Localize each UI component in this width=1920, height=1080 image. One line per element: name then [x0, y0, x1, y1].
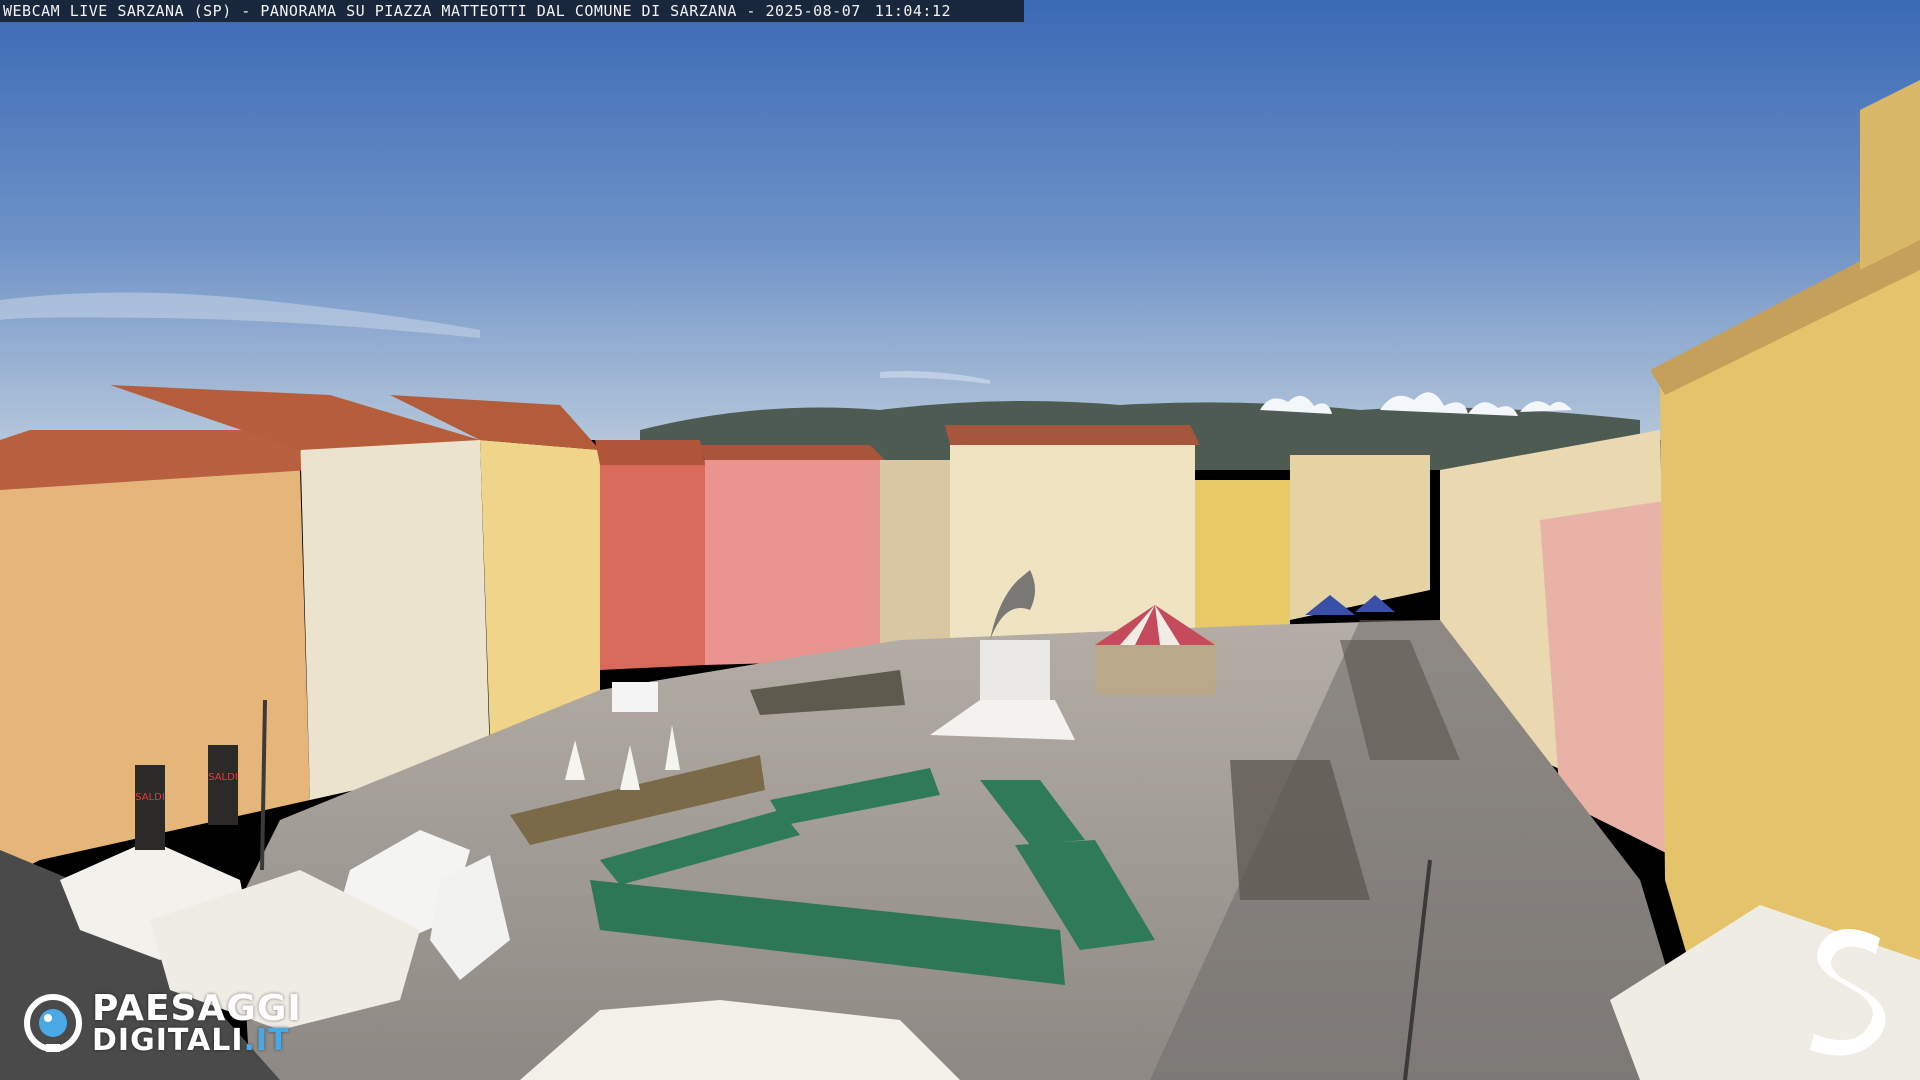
sarzana-s-logo: [1810, 928, 1886, 1056]
webcam-frame: SALDI SALDI WEBCAM LIVE SARZANA (SP) - P…: [0, 0, 1920, 1080]
building-red: [600, 460, 705, 670]
building-yellow: [480, 440, 600, 740]
carousel-base: [1095, 640, 1215, 695]
webcam-caption-bar: WEBCAM LIVE SARZANA (SP) - PANORAMA SU P…: [0, 0, 1024, 22]
shop-sign-panel: [208, 745, 238, 825]
building-pink: [705, 455, 880, 665]
building-beige-center: [880, 460, 950, 655]
paesaggi-digitali-logo: PAESAGGI DIGITALI.IT: [24, 990, 344, 1058]
roof-pink: [700, 445, 885, 460]
building-yellow-center: [1195, 480, 1290, 635]
shop-sign-text: SALDI: [135, 792, 165, 803]
piazza-panorama-photo: SALDI SALDI: [0, 0, 1920, 1080]
logo-suffix: .IT: [243, 1023, 290, 1058]
building-cream: [300, 430, 490, 800]
webcam-caption-title: WEBCAM LIVE SARZANA (SP) - PANORAMA SU P…: [3, 2, 861, 20]
white-car: [612, 682, 658, 712]
logo-line2-text: DIGITALI: [92, 1023, 244, 1058]
camera-lens-icon: [24, 994, 82, 1052]
buildings-far-street: [1290, 455, 1430, 620]
webcam-caption-time: 11:04:12: [874, 2, 952, 20]
roof-red: [595, 440, 705, 465]
tower-right: [1860, 80, 1920, 270]
monument-base: [980, 640, 1050, 710]
roof-palazzo: [945, 425, 1200, 445]
shop-sign-text: SALDI: [208, 772, 238, 783]
sky: [0, 0, 1920, 440]
shop-sign-panel: [135, 765, 165, 850]
logo-line2: DIGITALI.IT: [92, 1024, 290, 1058]
